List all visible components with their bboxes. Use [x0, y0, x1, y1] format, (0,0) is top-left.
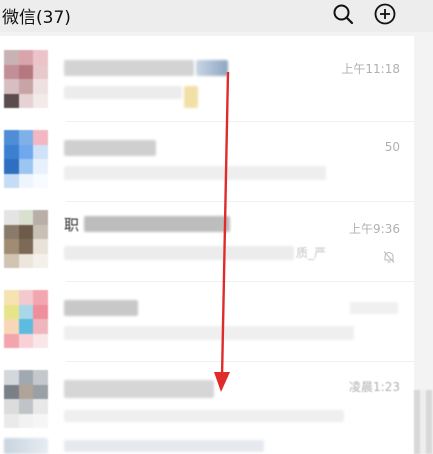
avatar	[4, 50, 48, 108]
chat-time: 上午11:18	[341, 62, 400, 76]
chat-name	[64, 380, 214, 398]
chat-row[interactable]: 职 质_严 上午9:36	[0, 202, 414, 282]
chat-name	[64, 440, 264, 452]
chat-name-fragment: 职	[64, 216, 80, 234]
avatar	[4, 370, 48, 428]
chat-snippet-emoji	[184, 86, 198, 108]
chat-list: 上午11:18 50 职 质_严 上午9:36 凌晨1:23	[0, 36, 414, 454]
app-title: 微信(37)	[2, 8, 71, 28]
search-icon[interactable]	[331, 2, 355, 26]
chat-name-emoji	[196, 60, 228, 76]
chat-time: 上午9:36	[349, 222, 400, 236]
screen-edge-artifact	[414, 390, 433, 454]
chat-row[interactable]: 上午11:18	[0, 42, 414, 122]
chat-name	[64, 140, 156, 156]
mute-bell-icon	[383, 251, 395, 263]
chat-snippet	[64, 166, 326, 180]
chat-row[interactable]	[0, 282, 414, 362]
top-bar: 微信(37)	[0, 0, 433, 32]
plus-circle-icon[interactable]	[373, 2, 397, 26]
avatar	[4, 130, 48, 188]
avatar	[4, 210, 48, 268]
chat-row[interactable]: 50	[0, 122, 414, 202]
chat-row[interactable]	[0, 436, 414, 454]
chat-name	[64, 60, 194, 76]
chat-snippet	[64, 246, 294, 260]
chat-snippet	[64, 410, 344, 422]
chat-snippet-text: 质_严	[296, 246, 327, 260]
chat-name	[64, 300, 138, 316]
chat-time-blurred	[350, 302, 398, 314]
avatar	[4, 438, 48, 454]
chat-snippet	[64, 86, 182, 99]
avatar	[4, 290, 48, 348]
chat-time: 50	[384, 140, 400, 154]
chat-snippet	[64, 326, 354, 340]
chat-time: 凌晨1:23	[349, 380, 400, 394]
chat-row[interactable]: 凌晨1:23	[0, 362, 414, 442]
chat-name	[84, 216, 230, 232]
